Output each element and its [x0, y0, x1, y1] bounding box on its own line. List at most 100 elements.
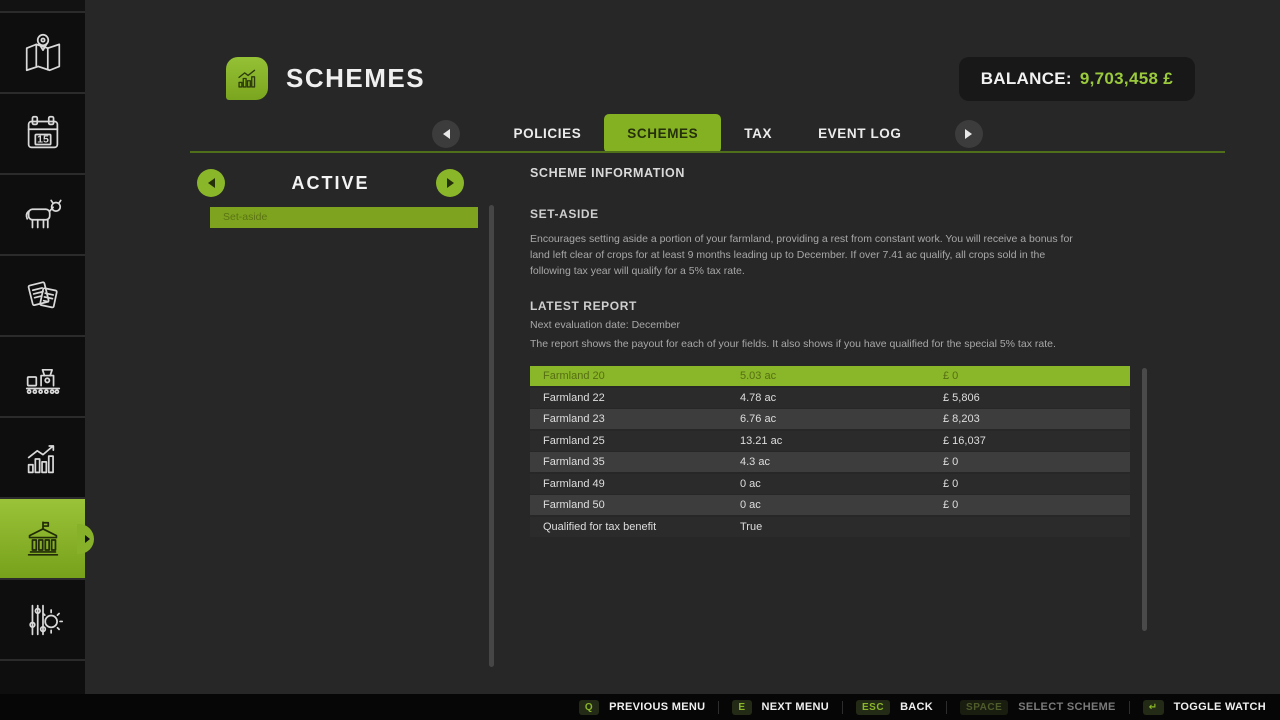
finance-chart-icon — [20, 435, 66, 481]
tab-tax[interactable]: TAX — [721, 114, 795, 153]
sidebar-partial-tile-top — [0, 0, 85, 13]
schemes-screen: 15 — [0, 0, 1280, 720]
divider — [946, 701, 947, 714]
sidebar-partial-tile-bottom — [0, 661, 85, 694]
field-area: 4.78 ac — [740, 392, 943, 404]
key-esc: ESC — [856, 700, 890, 715]
shortcut-bar: Q PREVIOUS MENU E NEXT MENU ESC BACK SPA… — [0, 694, 1280, 720]
field-area: 0 ac — [740, 499, 943, 511]
tab-event-log[interactable]: EVENT LOG — [795, 114, 924, 153]
latest-report-heading: LATEST REPORT — [530, 299, 637, 313]
sidebar: 15 — [0, 0, 85, 694]
tabs-next-button[interactable] — [955, 120, 983, 148]
scheme-description: Encourages setting aside a portion of yo… — [530, 232, 1075, 279]
scheme-name-heading: SET-ASIDE — [530, 207, 599, 221]
next-evaluation-date: Next evaluation date: December — [530, 318, 680, 334]
active-panel-title: ACTIVE — [225, 173, 436, 194]
content-scrollbar[interactable] — [1142, 368, 1147, 631]
table-row: Farmland 22 4.78 ac £ 5,806 — [530, 388, 1130, 408]
sidebar-item-production[interactable] — [0, 337, 85, 418]
schemes-badge-icon — [226, 57, 268, 100]
shortcut-toggle-watch: ↵ TOGGLE WATCH — [1143, 700, 1266, 715]
sidebar-item-contracts[interactable] — [0, 256, 85, 337]
field-name: Farmland 50 — [543, 499, 740, 511]
arrow-left-icon — [443, 129, 450, 139]
field-payout: £ 0 — [943, 478, 1130, 490]
chart-glyph-icon — [234, 65, 261, 92]
key-q: Q — [579, 700, 599, 715]
shortcut-next-menu: E NEXT MENU — [732, 700, 829, 715]
field-area: True — [740, 521, 943, 533]
field-name: Farmland 20 — [543, 370, 740, 382]
field-name: Farmland 22 — [543, 392, 740, 404]
field-payout: £ 0 — [943, 456, 1130, 468]
field-payout: £ 0 — [943, 370, 1130, 382]
key-space: SPACE — [960, 700, 1008, 715]
production-icon — [20, 354, 66, 400]
sidebar-item-map[interactable] — [0, 13, 85, 94]
table-row: Farmland 25 13.21 ac £ 16,037 — [530, 431, 1130, 451]
shortcut-back: ESC BACK — [856, 700, 933, 715]
balance-label: BALANCE: — [981, 69, 1072, 89]
sidebar-item-statistics[interactable] — [0, 418, 85, 499]
cow-icon — [20, 192, 66, 238]
sidebar-item-government-schemes[interactable] — [0, 499, 85, 580]
field-payout: £ 8,203 — [943, 413, 1130, 425]
key-enter-icon: ↵ — [1143, 700, 1164, 715]
field-payout: £ 5,806 — [943, 392, 1130, 404]
table-row: Farmland 20 5.03 ac £ 0 — [530, 366, 1130, 386]
tab-policies[interactable]: POLICIES — [490, 114, 604, 153]
field-area: 0 ac — [740, 478, 943, 490]
field-area: 6.76 ac — [740, 413, 943, 425]
field-area: 13.21 ac — [740, 435, 943, 447]
arrow-right-icon — [447, 178, 454, 188]
field-area: 4.3 ac — [740, 456, 943, 468]
page-header: SCHEMES — [226, 57, 425, 100]
tabs-prev-button[interactable] — [432, 120, 460, 148]
field-name: Farmland 49 — [543, 478, 740, 490]
divider — [1129, 701, 1130, 714]
shortcut-previous-menu: Q PREVIOUS MENU — [579, 700, 705, 715]
field-payout: £ 16,037 — [943, 435, 1130, 447]
documents-icon — [20, 273, 66, 319]
key-e: E — [732, 700, 751, 715]
sidebar-item-animals[interactable] — [0, 175, 85, 256]
report-note: The report shows the payout for each of … — [530, 337, 1056, 353]
sidebar-item-calendar[interactable]: 15 — [0, 94, 85, 175]
shortcut-select-scheme: SPACE SELECT SCHEME — [960, 700, 1116, 715]
scheme-information-heading: SCHEME INFORMATION — [530, 166, 685, 180]
svg-text:15: 15 — [37, 133, 49, 145]
table-row: Farmland 49 0 ac £ 0 — [530, 474, 1130, 494]
active-list-prev-button[interactable] — [197, 169, 225, 197]
field-payout: £ 0 — [943, 499, 1130, 511]
balance-value: 9,703,458 £ — [1080, 69, 1173, 89]
table-row: Farmland 50 0 ac £ 0 — [530, 495, 1130, 515]
tab-underline — [190, 151, 1225, 153]
active-panel-header: ACTIVE — [197, 169, 464, 197]
calendar-icon: 15 — [20, 111, 66, 157]
field-name: Farmland 25 — [543, 435, 740, 447]
divider — [842, 701, 843, 714]
sidebar-item-settings[interactable] — [0, 580, 85, 661]
arrow-left-icon — [208, 178, 215, 188]
menu-tabs: POLICIES SCHEMES TAX EVENT LOG — [190, 114, 1225, 153]
settings-sliders-gear-icon — [20, 597, 66, 643]
map-icon — [20, 30, 66, 76]
bank-building-icon — [20, 516, 66, 562]
field-name: Qualified for tax benefit — [543, 521, 740, 533]
balance-display: BALANCE: 9,703,458 £ — [959, 57, 1195, 101]
table-row: Farmland 23 6.76 ac £ 8,203 — [530, 409, 1130, 429]
page-title: SCHEMES — [286, 63, 425, 94]
active-list-next-button[interactable] — [436, 169, 464, 197]
scheme-list-item-set-aside[interactable]: Set-aside — [210, 207, 478, 228]
left-panel-scrollbar[interactable] — [489, 205, 494, 667]
field-name: Farmland 23 — [543, 413, 740, 425]
report-table: Farmland 20 5.03 ac £ 0 Farmland 22 4.78… — [530, 366, 1130, 538]
table-row: Farmland 35 4.3 ac £ 0 — [530, 452, 1130, 472]
field-area: 5.03 ac — [740, 370, 943, 382]
active-tab-arrow-icon — [85, 535, 90, 543]
table-row: Qualified for tax benefit True — [530, 517, 1130, 537]
tab-schemes[interactable]: SCHEMES — [604, 114, 721, 153]
field-name: Farmland 35 — [543, 456, 740, 468]
arrow-right-icon — [965, 129, 972, 139]
